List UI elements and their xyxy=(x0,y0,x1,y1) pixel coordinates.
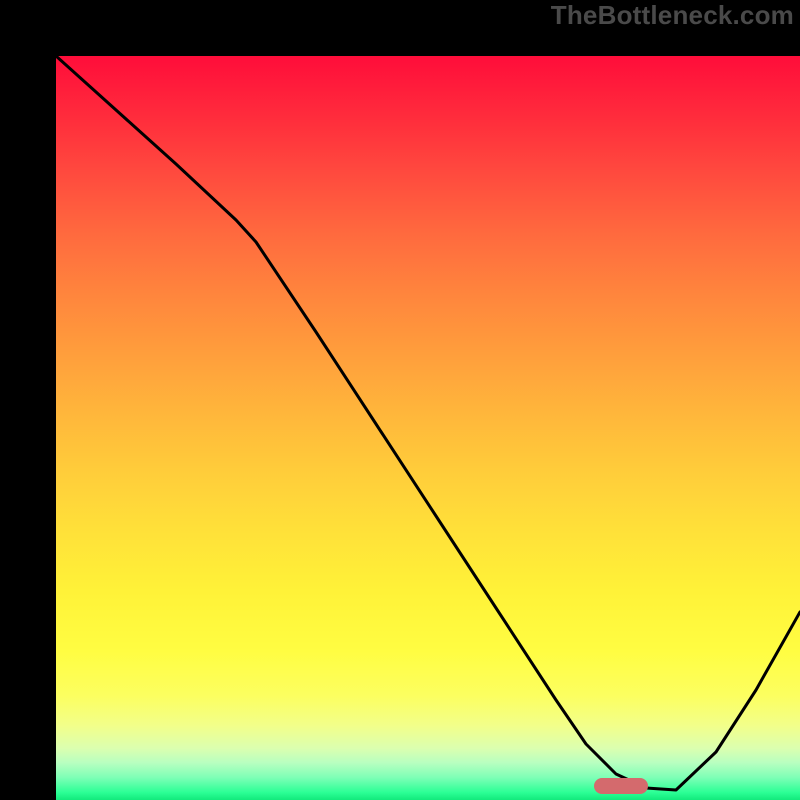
optimal-marker xyxy=(594,778,648,794)
watermark-text: TheBottleneck.com xyxy=(551,0,794,31)
curve-layer xyxy=(56,56,800,800)
chart-frame xyxy=(0,0,800,800)
bottleneck-curve xyxy=(56,56,800,790)
plot-area xyxy=(56,56,800,800)
